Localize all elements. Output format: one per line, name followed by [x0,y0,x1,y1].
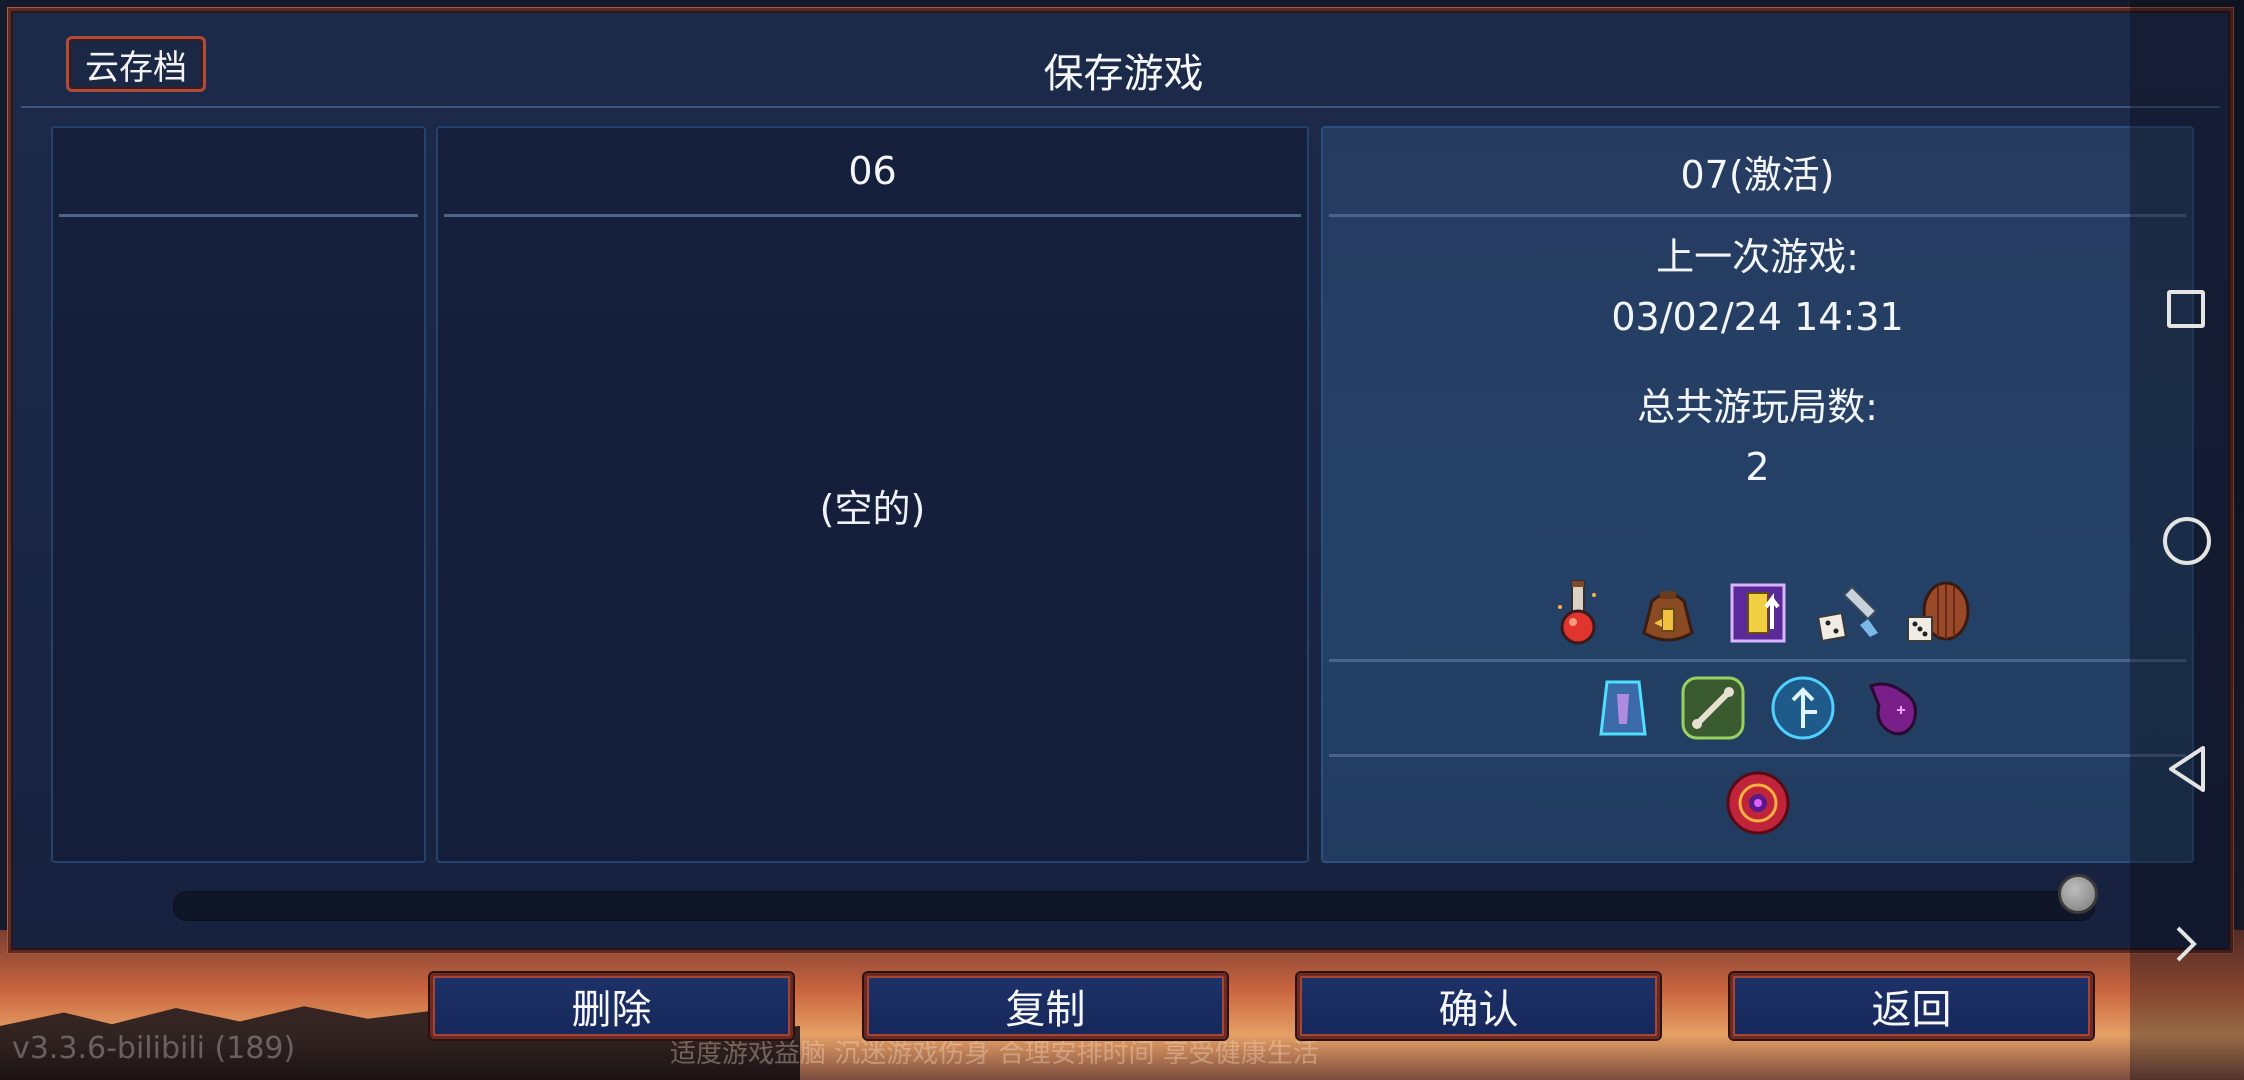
home-icon[interactable] [2163,517,2211,565]
slot-header: 07(激活) [1329,128,2186,217]
bone-rune-icon [1677,672,1749,744]
cursed-heart-icon [1857,672,1929,744]
slot-header [59,128,418,217]
last-played-label: 上一次游戏: [1656,235,1859,279]
chevron-right-icon[interactable] [2172,922,2202,970]
slot-header: 06 [444,128,1301,217]
total-runs-value: 2 [1745,445,1770,489]
nav-back-icon[interactable] [2165,744,2209,798]
arrow-rune-icon [1767,672,1839,744]
dice-shield-icon [1902,577,1974,649]
gold-bag-icon [1632,577,1704,649]
scrollbar-thumb[interactable] [2058,874,2098,914]
boss-cell-icon [1722,767,1794,839]
total-runs-label: 总共游玩局数: [1637,385,1878,429]
horizontal-scrollbar[interactable] [173,891,2095,921]
item-row-equipment [1329,567,2186,659]
version-label: v3.3.6-bilibili (189) [12,1031,296,1066]
header-divider [21,106,2220,108]
confirm-button[interactable]: 确认 [1297,973,1660,1039]
save-game-panel: 云存档 保存游戏 06 (空的) 07(激活) 上一次游戏: 03/02/24 … [8,8,2233,953]
upgrade-scroll-icon [1722,577,1794,649]
back-button[interactable]: 返回 [1730,973,2093,1039]
last-played-value: 03/02/24 14:31 [1611,295,1904,339]
save-slot-partial[interactable] [51,126,426,863]
recent-apps-icon[interactable] [2167,290,2205,328]
tactics-rune-icon [1587,672,1659,744]
delete-button[interactable]: 删除 [430,973,793,1039]
page-title: 保存游戏 [1043,51,1204,97]
item-row-mutations [1329,662,2186,754]
save-slot-07-active[interactable]: 07(激活) 上一次游戏: 03/02/24 14:31 总共游玩局数: 2 [1321,126,2194,863]
empty-slot-label: (空的) [819,487,926,531]
dice-axe-icon [1812,577,1884,649]
potion-flask-icon [1542,577,1614,649]
item-row-boss-cells [1329,757,2186,849]
save-slot-06[interactable]: 06 (空的) [436,126,1309,863]
copy-button[interactable]: 复制 [864,973,1227,1039]
